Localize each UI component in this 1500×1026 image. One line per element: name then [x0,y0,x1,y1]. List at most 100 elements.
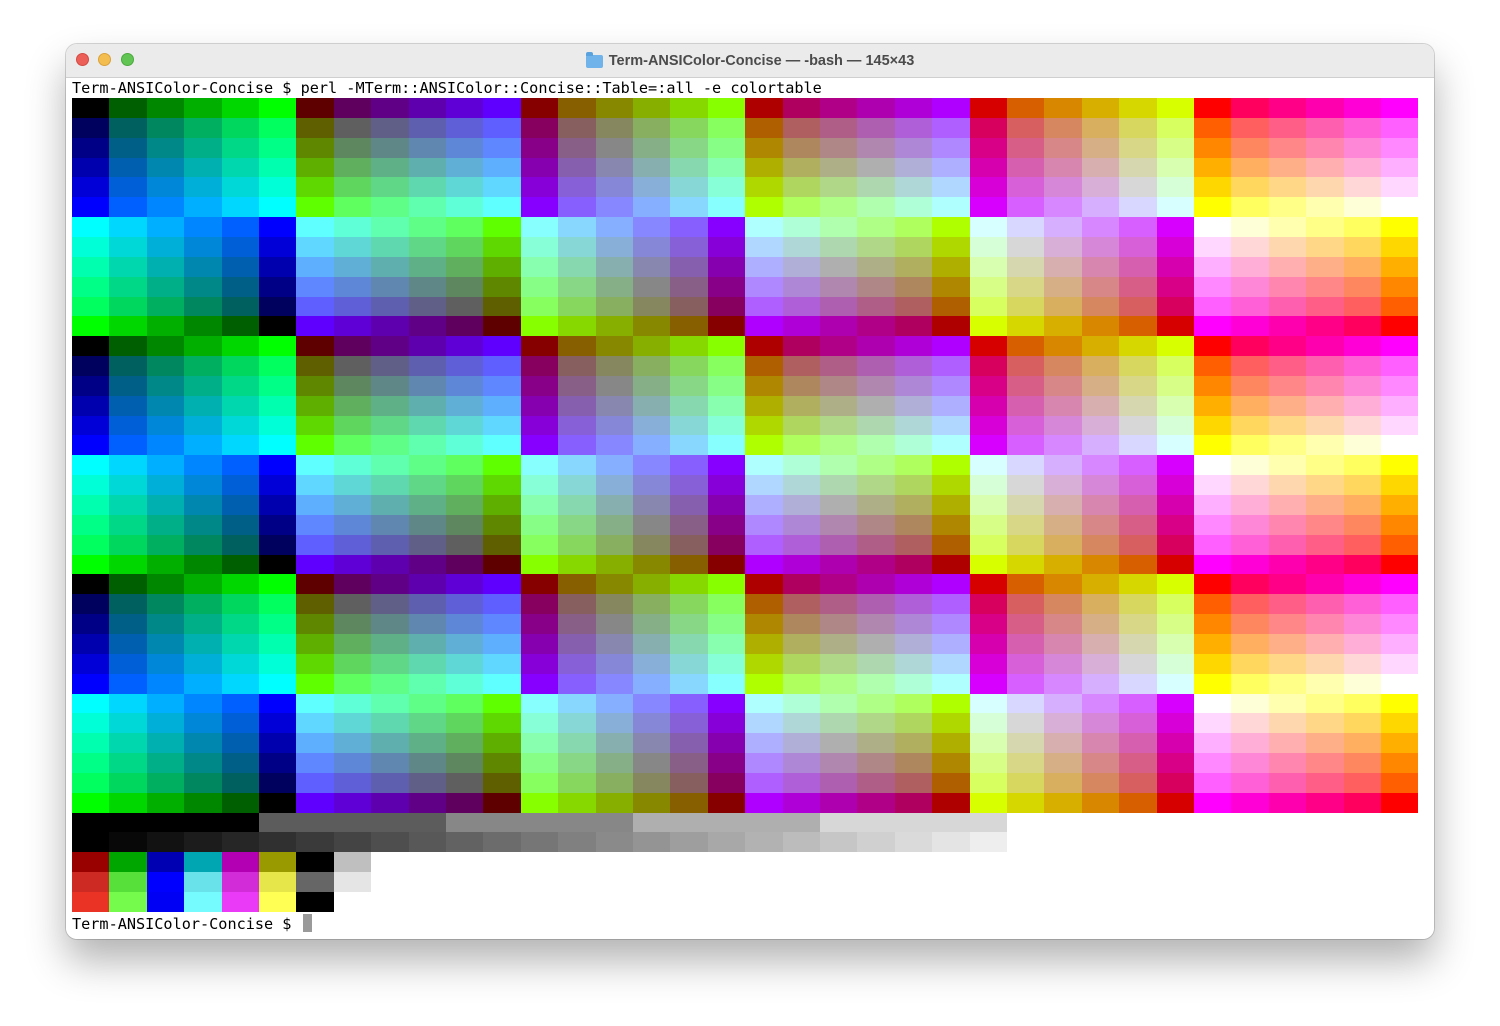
color-cube-cell [820,197,857,217]
color-cube-cell [409,574,446,594]
color-cube-cell [147,435,184,455]
color-cube-cell [932,277,970,297]
color-cube-cell [857,515,895,535]
color-cube-cell [970,118,1007,138]
color-cube-cell [296,158,334,177]
color-cube-cell [932,356,970,376]
color-cube-cell [932,237,970,257]
color-cube-cell [857,694,895,713]
color-cube-cell [446,495,483,515]
color-cube-cell [820,376,857,396]
color-cube-cell [745,634,783,654]
color-cube-cell [895,733,932,753]
color-cube-cell [596,396,633,416]
color-cube-cell [409,138,446,158]
color-cube-cell [222,257,259,277]
color-cube-cell [1082,713,1119,733]
color-cube-cell [334,177,371,197]
color-cube-cell [1381,158,1418,177]
color-cube-cell [708,694,745,713]
color-cube-cell [745,158,783,177]
color-cube-cell [1231,316,1269,336]
color-cube-cell [72,634,109,654]
color-cube-cell [970,733,1007,753]
color-cube-cell [857,98,895,118]
color-cube-cell [521,376,558,396]
color-cube-cell [633,594,670,614]
color-cube-cell [109,634,147,654]
color-cube-cell [895,555,932,574]
grayscale-cell [857,832,895,852]
color-cube-cell [670,535,708,555]
color-cube-cell [222,495,259,515]
color-cube-cell [1044,98,1082,118]
color-cube-cell [371,217,409,237]
color-cube-cell [259,574,296,594]
color-cube-cell [708,118,745,138]
color-cube-cell [783,356,820,376]
color-cube-cell [109,495,147,515]
color-cube-cell [296,515,334,535]
title-bar[interactable]: Term-ANSIColor-Concise — -bash — 145×43 [66,44,1434,78]
color-cube-cell [72,217,109,237]
color-cube-cell [932,336,970,356]
color-cube-cell [932,495,970,515]
color-cube-cell [521,138,558,158]
color-cube-cell [296,654,334,674]
color-cube-cell [1007,316,1044,336]
grayscale-cell [596,832,633,852]
color-cube-cell [109,237,147,257]
color-cube-cell [670,257,708,277]
color-cube-cell [1231,674,1269,694]
color-cube-cell [1231,455,1269,475]
color-cube-cell [820,138,857,158]
color-cube-cell [1306,158,1344,177]
color-cube-cell [409,674,446,694]
color-cube-cell [783,376,820,396]
color-cube-cell [708,138,745,158]
color-cube-cell [1381,733,1418,753]
color-cube-cell [633,257,670,277]
color-cube-cell [1306,98,1344,118]
color-cube-cell [932,158,970,177]
color-cube-cell [1119,138,1157,158]
color-cube-cell [633,455,670,475]
color-cube-cell [596,555,633,574]
terminal-content[interactable]: Term-ANSIColor-Concise $ perl -MTerm::AN… [66,78,1434,939]
color-cube-cell [708,654,745,674]
color-cube-cell [783,257,820,277]
color-cube-cell [1044,674,1082,694]
color-cube-cell [1194,455,1231,475]
color-cube-cell [1344,535,1381,555]
color-cube-cell [1231,574,1269,594]
color-cube-cell [1269,574,1306,594]
color-cube-cell [857,416,895,435]
color-cube-cell [932,396,970,416]
color-cube-cell [1194,138,1231,158]
color-cube-cell [1044,158,1082,177]
color-cube-cell [446,197,483,217]
color-cube-cell [633,475,670,495]
color-cube-cell [783,753,820,773]
color-cube-cell [708,773,745,793]
color-cube-cell [1344,773,1381,793]
color-cube-cell [1044,555,1082,574]
grayscale-cell [483,832,521,852]
color-cube-cell [932,416,970,435]
color-cube-cell [596,515,633,535]
color-cube-cell [1344,297,1381,316]
color-cube-cell [334,594,371,614]
color-cube-cell [1082,435,1119,455]
grayscale-cell [708,813,745,832]
color-cube-cell [1044,654,1082,674]
color-cube-cell [670,475,708,495]
color-cube-cell [932,574,970,594]
color-cube-cell [296,396,334,416]
color-cube-cell [783,177,820,197]
color-cube-cell [446,336,483,356]
color-cube-cell [596,614,633,634]
color-cube-cell [820,435,857,455]
color-cube-cell [259,594,296,614]
color-cube-cell [558,555,596,574]
color-cube-cell [1194,257,1231,277]
